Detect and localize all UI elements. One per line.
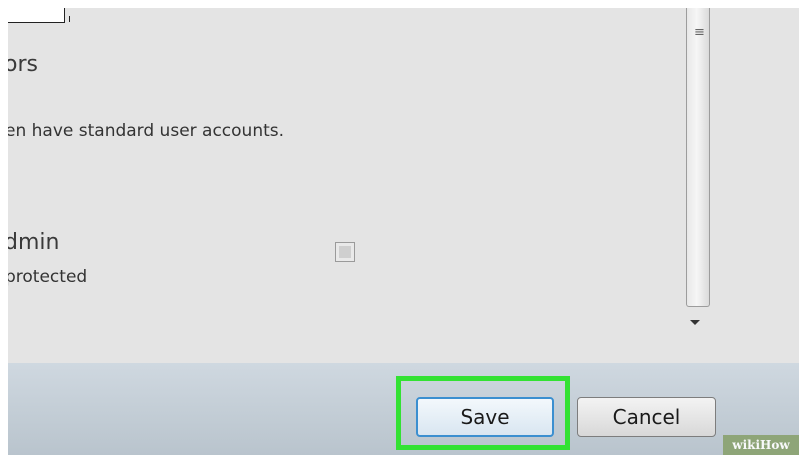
section-description: en have standard user accounts. xyxy=(8,121,285,141)
cancel-button[interactable]: Cancel xyxy=(577,397,716,437)
grip-icon: ≡ xyxy=(694,25,705,40)
setting-sublabel: protected xyxy=(8,267,88,287)
setting-checkbox[interactable] xyxy=(335,242,355,262)
scrollbar-thumb[interactable]: ≡ xyxy=(686,8,710,307)
vertical-scrollbar[interactable]: ≡ xyxy=(680,8,714,353)
top-tick-mark xyxy=(69,16,70,22)
section-heading: ors xyxy=(8,52,38,77)
watermark-logo: wikiHow xyxy=(723,435,799,455)
dialog-window: ors en have standard user accounts. dmin… xyxy=(8,8,799,455)
scroll-down-arrow-icon[interactable] xyxy=(690,320,700,325)
setting-label: dmin xyxy=(8,230,60,255)
top-edge-fragment xyxy=(8,8,65,23)
save-button[interactable]: Save xyxy=(416,397,554,437)
